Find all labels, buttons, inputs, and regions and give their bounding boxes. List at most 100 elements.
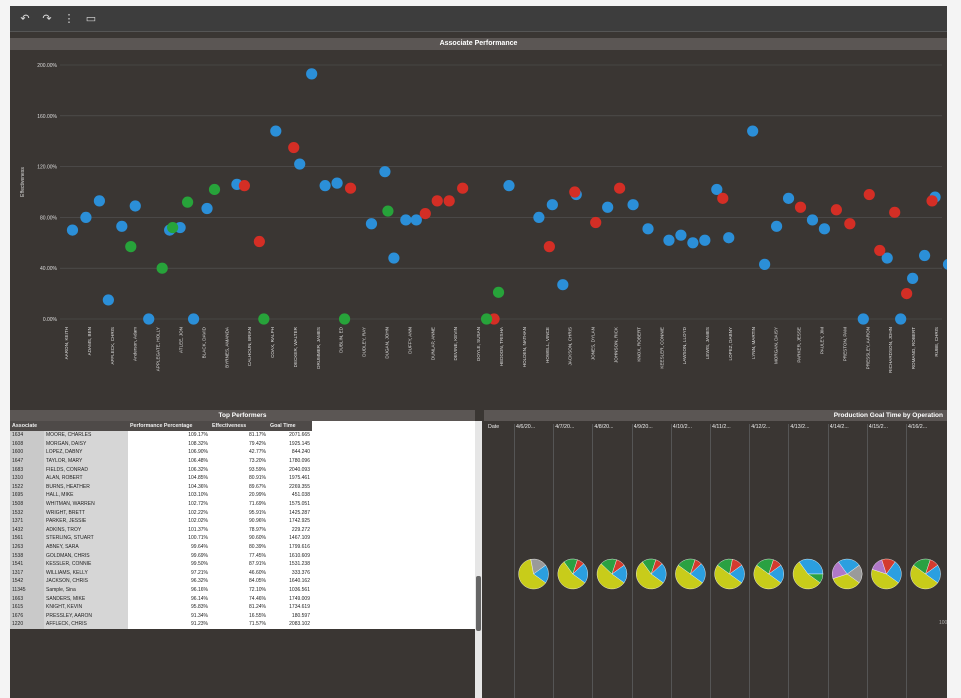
data-point-blue[interactable] (806, 214, 819, 226)
column-header-goal-time[interactable]: Goal Time (268, 421, 312, 431)
data-point-red[interactable] (889, 206, 901, 218)
data-point-blue[interactable] (201, 202, 213, 215)
operation-pie[interactable] (714, 558, 745, 590)
data-point-red[interactable] (901, 288, 913, 300)
data-point-red[interactable] (238, 180, 250, 192)
column-header-effectiveness[interactable]: Effectiveness (210, 421, 268, 431)
table-row[interactable]: 1310 ALAN, ROBERT 104.85% 80.91% 1975.461 (10, 473, 475, 483)
data-point-blue[interactable] (129, 200, 141, 212)
column-header-performance[interactable]: Performance Percentage (128, 421, 210, 431)
data-point-red[interactable] (794, 201, 807, 213)
data-point-blue[interactable] (907, 272, 919, 284)
data-point-blue[interactable] (270, 125, 282, 137)
table-row[interactable]: 1263 ABNEY, SARA 99.64% 80.39% 1799.616 (10, 542, 475, 552)
table-row[interactable]: 11345 Sample, Sina 96.16% 72.10% 1036.561 (10, 585, 475, 595)
data-point-blue[interactable] (818, 223, 831, 235)
scrollbar-thumb[interactable] (476, 576, 481, 631)
data-point-blue[interactable] (379, 166, 391, 178)
data-point-blue[interactable] (857, 313, 869, 325)
table-row[interactable]: 1647 TAYLOR, MARY 106.48% 73.20% 1780.096 (10, 456, 475, 466)
table-row[interactable]: 1432 ADKINS, TROY 101.37% 78.97% 229.272 (10, 525, 475, 535)
data-point-red[interactable] (863, 188, 875, 201)
operation-pie[interactable] (518, 558, 549, 590)
data-point-blue[interactable] (723, 232, 735, 244)
data-point-blue[interactable] (410, 214, 422, 226)
data-point-red[interactable] (288, 141, 300, 154)
data-point-green[interactable] (338, 313, 351, 325)
data-point-green[interactable] (156, 262, 168, 274)
data-point-green[interactable] (492, 286, 505, 298)
data-point-blue[interactable] (546, 199, 558, 211)
data-point-blue[interactable] (365, 218, 378, 230)
data-point-blue[interactable] (66, 224, 79, 236)
operation-pie[interactable] (596, 558, 628, 590)
data-point-green[interactable] (258, 313, 270, 325)
data-point-red[interactable] (844, 218, 856, 230)
operation-pie[interactable] (557, 558, 588, 590)
data-point-blue[interactable] (143, 313, 155, 325)
data-point-blue[interactable] (306, 68, 318, 80)
operation-pie[interactable] (832, 558, 863, 590)
table-row[interactable]: 1508 WHITMAN, WARREN 102.72% 71.69% 1575.051 (10, 499, 475, 509)
operation-pie[interactable] (792, 558, 824, 590)
column-header-name[interactable] (44, 421, 128, 431)
table-row[interactable]: 1695 HALL, MIKE 103.10% 20.99% 451.038 (10, 491, 475, 500)
table-row[interactable]: 1600 LOPEZ, DABNY 106.90% 42.77% 844.240 (10, 448, 475, 457)
data-point-blue[interactable] (80, 211, 92, 223)
data-point-red[interactable] (431, 195, 443, 207)
table-row[interactable]: 1220 AFFLECK, CHRIS 91.23% 71.57% 2083.102 (10, 620, 475, 629)
table-row[interactable]: 1522 BURNS, HEATHER 104.36% 89.67% 2269.355 (10, 482, 475, 492)
table-row[interactable]: 1634 MOORE, CHARLES 109.17% 81.17% 2071.665 (10, 431, 475, 440)
operation-pie[interactable] (910, 558, 941, 590)
data-point-red[interactable] (569, 186, 581, 198)
data-point-red[interactable] (830, 204, 842, 216)
data-point-blue[interactable] (331, 177, 343, 189)
data-point-red[interactable] (543, 241, 555, 253)
undo-icon[interactable]: ↶ (18, 12, 32, 26)
table-row[interactable]: 1676 PRESSLEY, AARON 91.34% 16.55% 180.597 (10, 611, 475, 621)
data-point-red[interactable] (344, 182, 357, 194)
operation-pie[interactable] (871, 558, 902, 590)
data-point-red[interactable] (457, 182, 469, 194)
data-point-red[interactable] (419, 207, 431, 220)
data-point-blue[interactable] (747, 125, 759, 137)
data-point-green[interactable] (208, 183, 221, 196)
data-point-blue[interactable] (533, 211, 545, 223)
data-point-blue[interactable] (687, 237, 699, 249)
redo-icon[interactable]: ↷ (40, 12, 54, 26)
data-point-blue[interactable] (187, 313, 200, 325)
data-point-blue[interactable] (388, 252, 400, 264)
operation-pie[interactable] (636, 558, 667, 590)
table-row[interactable]: 1371 PARKER, JESSIE 102.02% 90.96% 1742.925 (10, 516, 475, 526)
table-row[interactable]: 1317 WILLIAMS, KELLY 97.21% 46.60% 333.376 (10, 568, 475, 578)
data-point-red[interactable] (614, 182, 626, 194)
data-point-blue[interactable] (895, 313, 907, 325)
data-point-red[interactable] (717, 192, 729, 204)
table-row[interactable]: 1615 KNIGHT, KEVIN 95.83% 81.24% 1734.619 (10, 602, 475, 612)
table-row[interactable]: 1663 SANDERS, MIKE 96.14% 74.46% 1749.009 (10, 594, 475, 603)
data-point-blue[interactable] (503, 180, 515, 192)
data-point-red[interactable] (590, 216, 602, 229)
table-row[interactable]: 1608 MORGAN, DAISY 108.32% 79.42% 1925.145 (10, 439, 475, 449)
data-point-red[interactable] (253, 235, 265, 248)
data-point-blue[interactable] (602, 201, 614, 213)
data-point-green[interactable] (480, 313, 493, 325)
data-point-blue[interactable] (400, 214, 412, 226)
column-header-associate[interactable]: Associate (10, 421, 44, 431)
operation-pie[interactable] (753, 558, 784, 590)
data-point-red[interactable] (926, 195, 938, 207)
data-point-blue[interactable] (557, 279, 569, 291)
table-row[interactable]: 1538 GOLDMAN, CHRIS 99.69% 77.45% 1610.609 (10, 551, 475, 560)
table-row[interactable]: 1561 STERLING, STUART 100.71% 90.60% 1467.10… (10, 534, 475, 543)
data-point-green[interactable] (125, 241, 137, 253)
data-point-blue[interactable] (294, 158, 306, 170)
table-row[interactable]: 1541 KESSLER, CONNIE 99.50% 87.91% 1531.238 (10, 559, 475, 569)
data-point-blue[interactable] (942, 258, 947, 270)
data-point-blue[interactable] (116, 220, 128, 232)
data-point-blue[interactable] (759, 258, 771, 270)
data-point-blue[interactable] (93, 195, 105, 207)
data-point-blue[interactable] (675, 229, 687, 241)
data-point-blue[interactable] (642, 223, 654, 235)
table-row[interactable]: 1532 WRIGHT, BRETT 102.22% 95.91% 1425.287 (10, 508, 475, 517)
data-point-blue[interactable] (102, 294, 114, 306)
